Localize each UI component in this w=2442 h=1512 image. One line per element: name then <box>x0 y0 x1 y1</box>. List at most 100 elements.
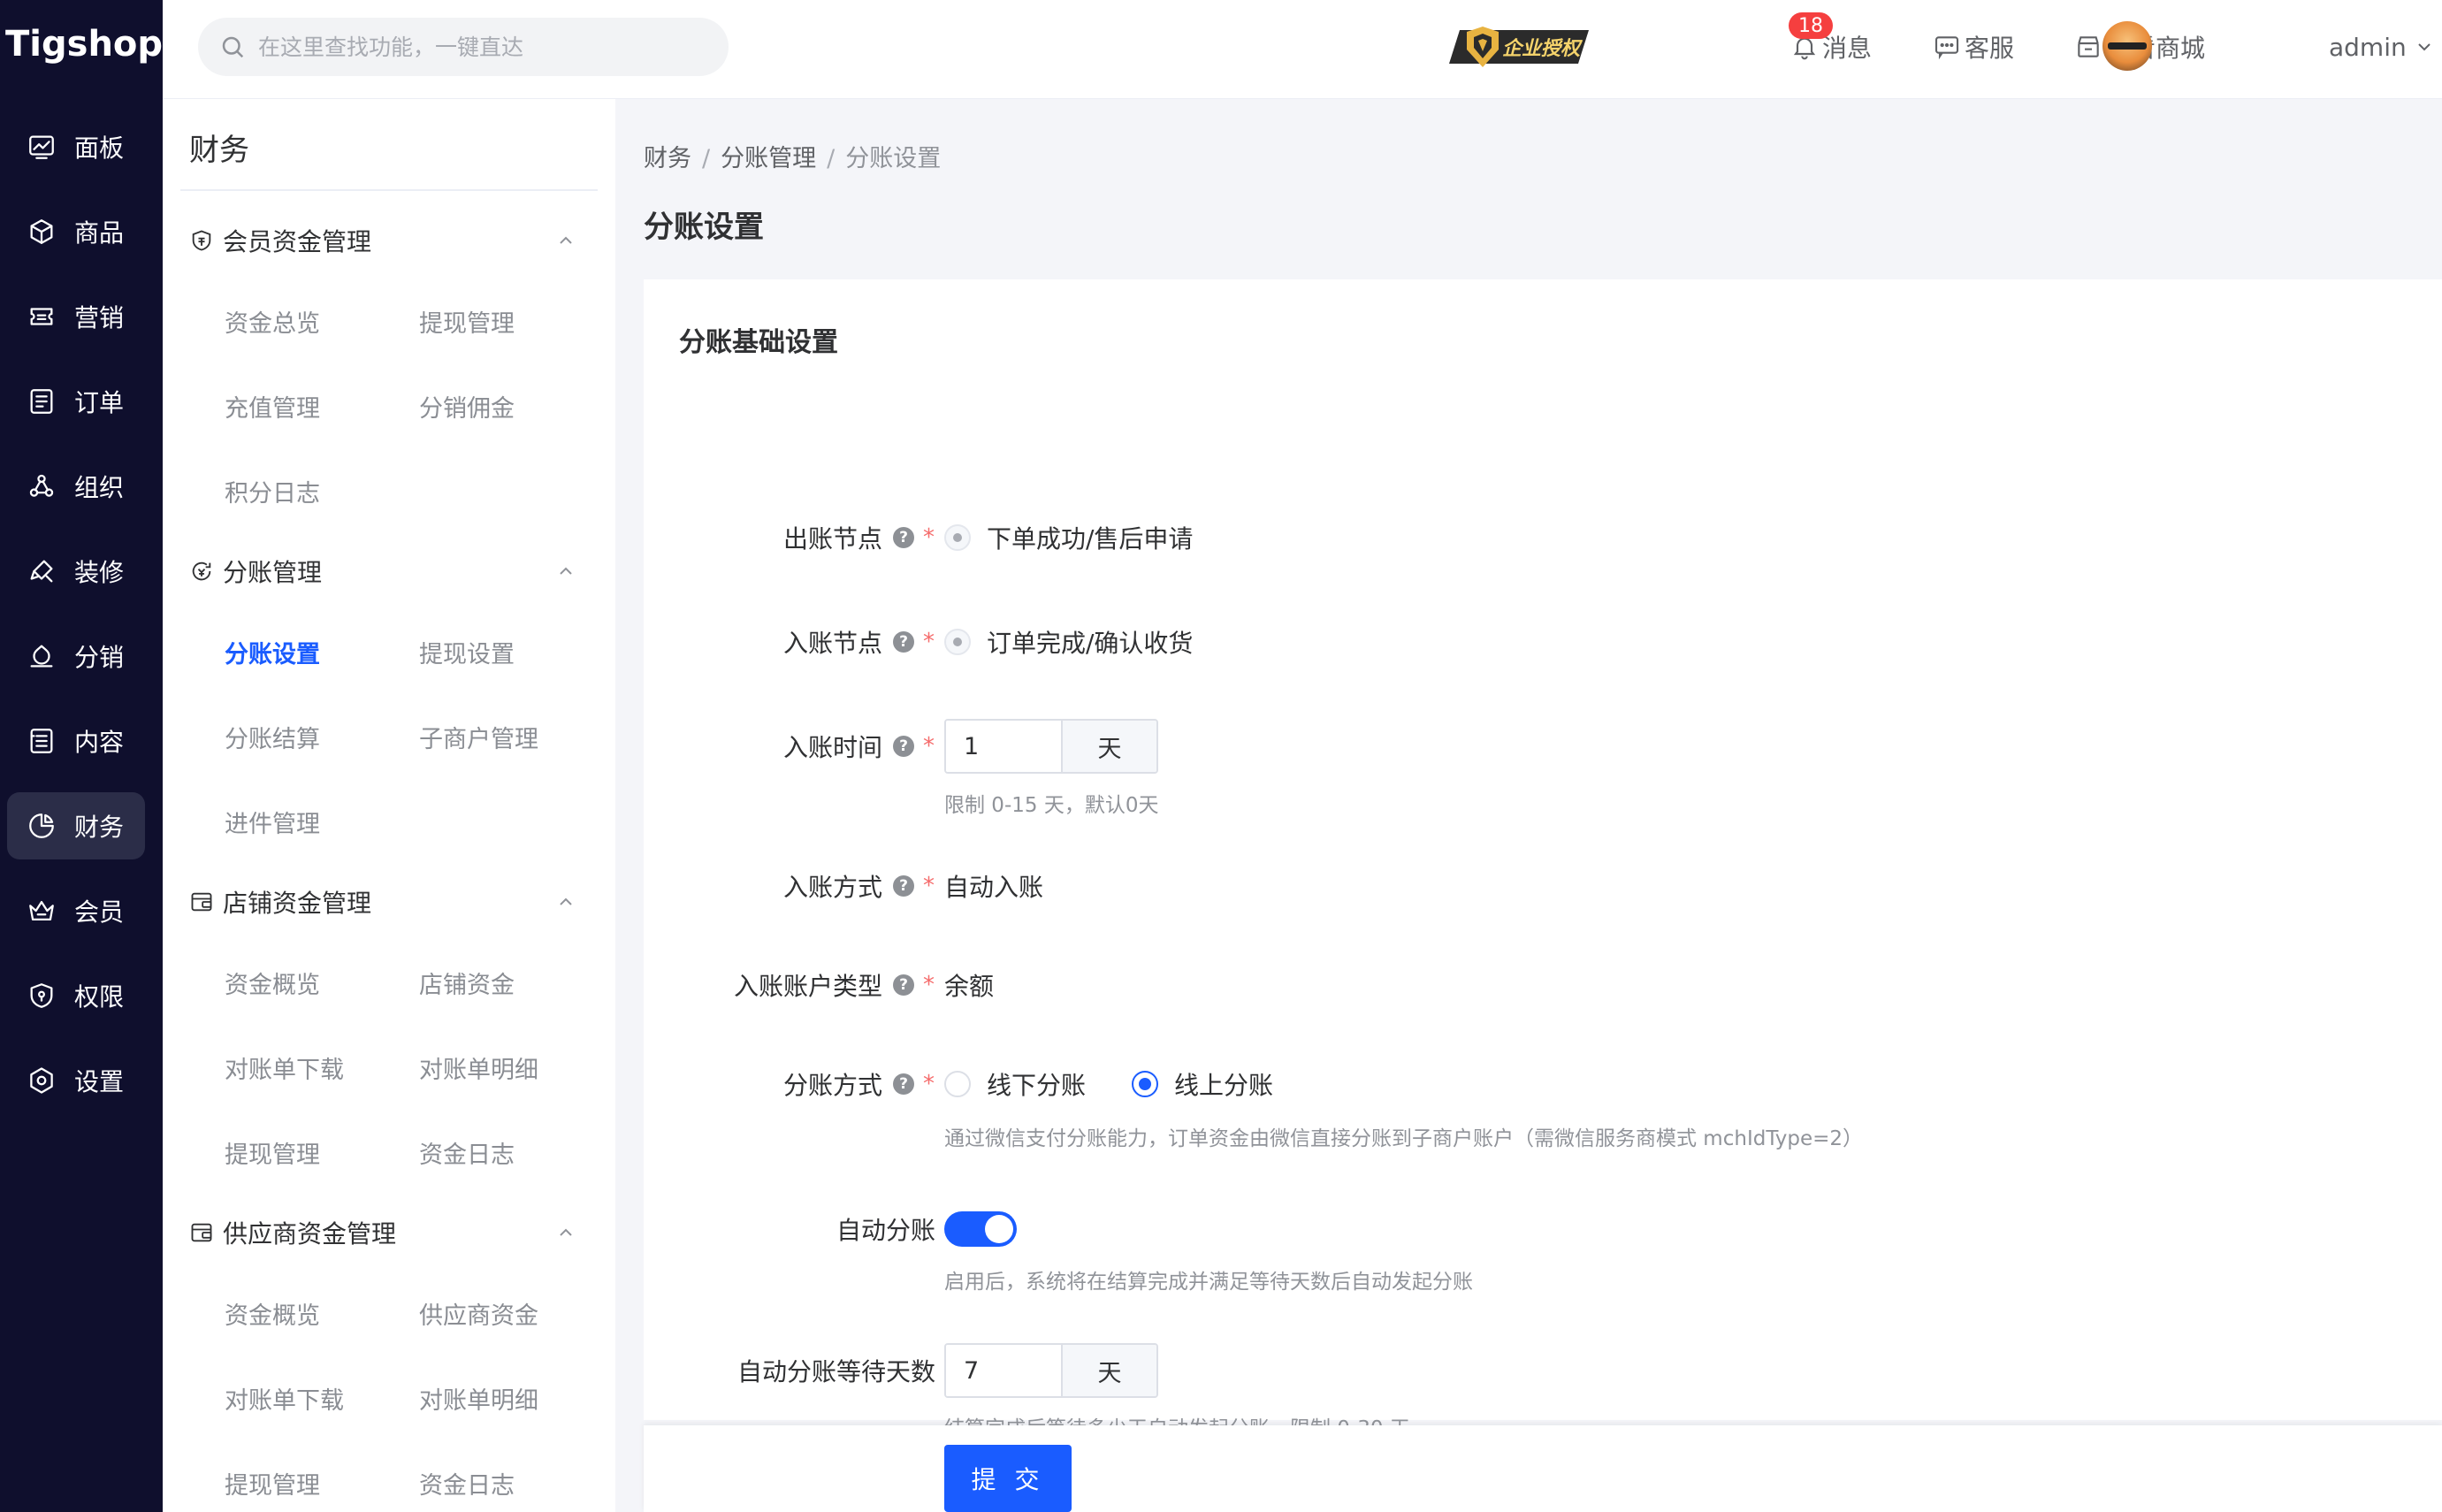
auto-split-switch[interactable] <box>944 1211 1017 1247</box>
required-mark: * <box>923 873 935 899</box>
enterprise-license-badge[interactable]: 企业授权 <box>1447 23 1589 71</box>
submenu-divider <box>180 189 598 191</box>
rail-item-label: 设置 <box>74 1067 125 1096</box>
license-label: 企业授权 <box>1502 37 1583 60</box>
radio-label: 线上分账 <box>1174 1071 1274 1100</box>
chevron-up-icon <box>560 236 572 244</box>
rail-item-label: 财务 <box>74 813 125 842</box>
rail-item-7[interactable]: 内容 <box>7 707 145 775</box>
menu-item[interactable]: 进件管理 <box>225 805 320 839</box>
menu-item[interactable]: 资金概览 <box>225 1296 320 1331</box>
help-icon[interactable]: ? <box>893 527 914 548</box>
menu-item[interactable]: 充值管理 <box>225 389 320 424</box>
field-hint: 限制 0-15 天，默认0天 <box>944 794 1159 817</box>
app-logo[interactable]: Tigshop <box>5 19 163 69</box>
rail-item-8[interactable]: 财务 <box>7 792 145 859</box>
rail-item-9[interactable]: 会员 <box>7 877 145 944</box>
rail-item-label: 营销 <box>74 303 125 332</box>
menu-item[interactable]: 资金概览 <box>225 966 320 1000</box>
required-mark: * <box>923 524 935 551</box>
field-hint: 启用后，系统将在结算完成并满足等待天数后自动发起分账 <box>944 1271 1473 1294</box>
field-label-text: 出账节点 <box>782 524 882 554</box>
menu-item[interactable]: 资金总览 <box>225 304 320 339</box>
user-avatar[interactable] <box>2102 21 2152 71</box>
menu-item[interactable]: 分销佣金 <box>419 389 515 424</box>
rail-item-label: 装修 <box>74 558 125 587</box>
rail-item-1[interactable]: 商品 <box>7 198 145 265</box>
group-member-funds[interactable]: 会员资金管理 <box>189 223 596 258</box>
group-store-funds[interactable]: 店铺资金管理 <box>189 884 596 920</box>
radio-online-split[interactable]: 线上分账 <box>1132 1066 1273 1102</box>
radio-offline-split[interactable]: 线下分账 <box>944 1066 1086 1102</box>
chevron-down-icon <box>2418 43 2431 51</box>
menu-item[interactable]: 供应商资金 <box>419 1296 538 1331</box>
wallet-shield-icon <box>192 230 211 251</box>
split-coin-icon <box>192 561 211 581</box>
main-content: 财务 / 分账管理 / 分账设置 分账设置 分账基础设置 出账节点? * 下单成功/售后申… <box>615 99 2442 1512</box>
field-hint: 通过微信支付分账能力，订单资金由微信直接分账到子商户账户（需微信服务商模式 mc… <box>944 1127 1864 1150</box>
menu-item[interactable]: 对账单下载 <box>225 1381 344 1416</box>
search-input[interactable] <box>258 18 711 76</box>
radio-label: 订单完成/确认收货 <box>987 629 1194 658</box>
field-control: 线下分账 线上分账 <box>944 1058 1319 1111</box>
user-menu[interactable]: admin <box>2329 25 2438 69</box>
help-icon[interactable]: ? <box>893 736 914 757</box>
breadcrumb-item[interactable]: 财务 <box>644 145 691 172</box>
menu-item[interactable]: 提现管理 <box>419 304 515 339</box>
field-control: 天 <box>944 719 1158 774</box>
auto-split-wait-input[interactable] <box>946 1345 1061 1396</box>
menu-item-split-settings[interactable]: 分账设置 <box>225 635 320 669</box>
menu-item[interactable]: 资金日志 <box>419 1135 515 1170</box>
radio-circle-checked <box>1132 1071 1159 1097</box>
group-label: 店铺资金管理 <box>223 889 372 918</box>
menu-item[interactable]: 积分日志 <box>225 474 320 508</box>
menu-item[interactable]: 对账单下载 <box>225 1050 344 1085</box>
rail-item-11[interactable]: 设置 <box>7 1047 145 1114</box>
group-split-management[interactable]: 分账管理 <box>189 554 596 589</box>
menu-item[interactable]: 子商户管理 <box>419 720 538 754</box>
menu-item[interactable]: 对账单明细 <box>419 1050 538 1085</box>
service-button[interactable]: 客服 <box>1933 25 2014 69</box>
group-supplier-funds[interactable]: 供应商资金管理 <box>189 1215 596 1250</box>
rail-item-4[interactable]: 组织 <box>7 453 145 520</box>
required-mark: * <box>923 629 935 655</box>
help-icon[interactable]: ? <box>893 1073 914 1095</box>
supplier-wallet-icon <box>191 1223 212 1242</box>
shop-icon <box>2078 36 2099 57</box>
menu-item[interactable]: 提现管理 <box>225 1466 320 1501</box>
menu-item[interactable]: 对账单明细 <box>419 1381 538 1416</box>
settle-in-days-input[interactable] <box>946 721 1061 772</box>
form-row-split-method: 分账方式? * 线下分账 线上分账 <box>644 1058 2412 1111</box>
menu-item[interactable]: 分账结算 <box>225 720 320 754</box>
menu-item[interactable]: 提现管理 <box>225 1135 320 1170</box>
menu-item[interactable]: 店铺资金 <box>419 966 515 1000</box>
breadcrumb: 财务 / 分账管理 / 分账设置 <box>644 139 941 173</box>
rail-item-10[interactable]: 权限 <box>7 962 145 1029</box>
field-label: 分账方式? * <box>644 1058 935 1111</box>
crown-icon <box>29 900 54 921</box>
field-control <box>944 1203 1017 1256</box>
store-wallet-icon <box>191 892 212 912</box>
breadcrumb-item[interactable]: 分账管理 <box>721 145 816 172</box>
submit-button[interactable]: 提 交 <box>944 1445 1072 1512</box>
search-box[interactable] <box>198 18 729 76</box>
rail-item-0[interactable]: 面板 <box>7 113 145 180</box>
rail-item-6[interactable]: 分销 <box>7 622 145 690</box>
menu-item[interactable]: 提现设置 <box>419 635 515 669</box>
radio-option[interactable]: 订单完成/确认收货 <box>944 624 1193 660</box>
rail-item-label: 组织 <box>74 473 125 502</box>
breadcrumb-separator: / <box>827 145 836 172</box>
help-icon[interactable]: ? <box>893 974 914 996</box>
menu-item[interactable]: 资金日志 <box>419 1466 515 1501</box>
field-label-text: 入账节点 <box>782 629 882 658</box>
rail-item-2[interactable]: 营销 <box>7 283 145 350</box>
help-icon[interactable]: ? <box>893 875 914 897</box>
help-icon[interactable]: ? <box>893 631 914 653</box>
rail-item-5[interactable]: 装修 <box>7 538 145 605</box>
group-label: 供应商资金管理 <box>223 1219 397 1249</box>
section-title: 分账基础设置 <box>679 327 838 358</box>
service-label: 客服 <box>1965 34 2015 63</box>
rail-item-3[interactable]: 订单 <box>7 368 145 435</box>
search-icon <box>222 36 244 58</box>
radio-option[interactable]: 下单成功/售后申请 <box>944 520 1193 555</box>
